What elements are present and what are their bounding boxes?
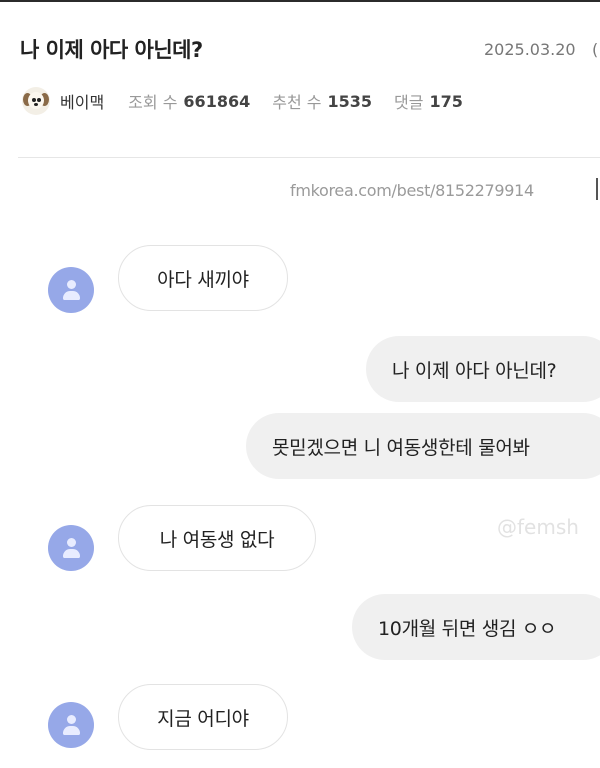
message-bubble-outgoing: 나 이제 아다 아닌데? — [366, 336, 600, 402]
watermark: @femsh — [497, 515, 579, 539]
comments-label: 댓글 — [394, 93, 424, 112]
recommend-count: 1535 — [327, 91, 372, 111]
person-icon — [48, 267, 94, 313]
message-bubble-outgoing: 못믿겠으면 니 여동생한테 물어봐 — [246, 413, 600, 479]
source-link[interactable]: fmkorea.com/best/8152279914 — [290, 181, 534, 200]
person-icon — [48, 525, 94, 571]
person-icon — [48, 702, 94, 748]
post-title: 나 이제 아다 아닌데? — [20, 38, 203, 62]
views-label: 조회 수 — [128, 93, 178, 112]
post-date: 2025.03.20 — [484, 40, 576, 59]
message-bubble-incoming: 나 여동생 없다 — [118, 505, 316, 571]
header-divider — [18, 157, 600, 158]
author-name[interactable]: 베이맥 — [60, 89, 104, 113]
top-border — [0, 0, 600, 2]
dog-avatar-icon[interactable] — [22, 87, 50, 115]
comments-count[interactable]: 175 — [429, 92, 462, 111]
message-bubble-incoming: 아다 새끼야 — [118, 245, 288, 311]
post-meta: 베이맥 조회 수 661864 추천 수 1535 댓글 175 — [22, 86, 485, 116]
post-date-overflow: ( — [592, 40, 599, 59]
views-count: 661864 — [183, 91, 251, 111]
recommend-label: 추천 수 — [272, 93, 322, 112]
message-bubble-outgoing: 10개월 뒤면 생김 ㅇㅇ — [352, 594, 600, 660]
message-bubble-incoming: 지금 어디야 — [118, 684, 288, 750]
source-edge-bar — [596, 178, 598, 200]
